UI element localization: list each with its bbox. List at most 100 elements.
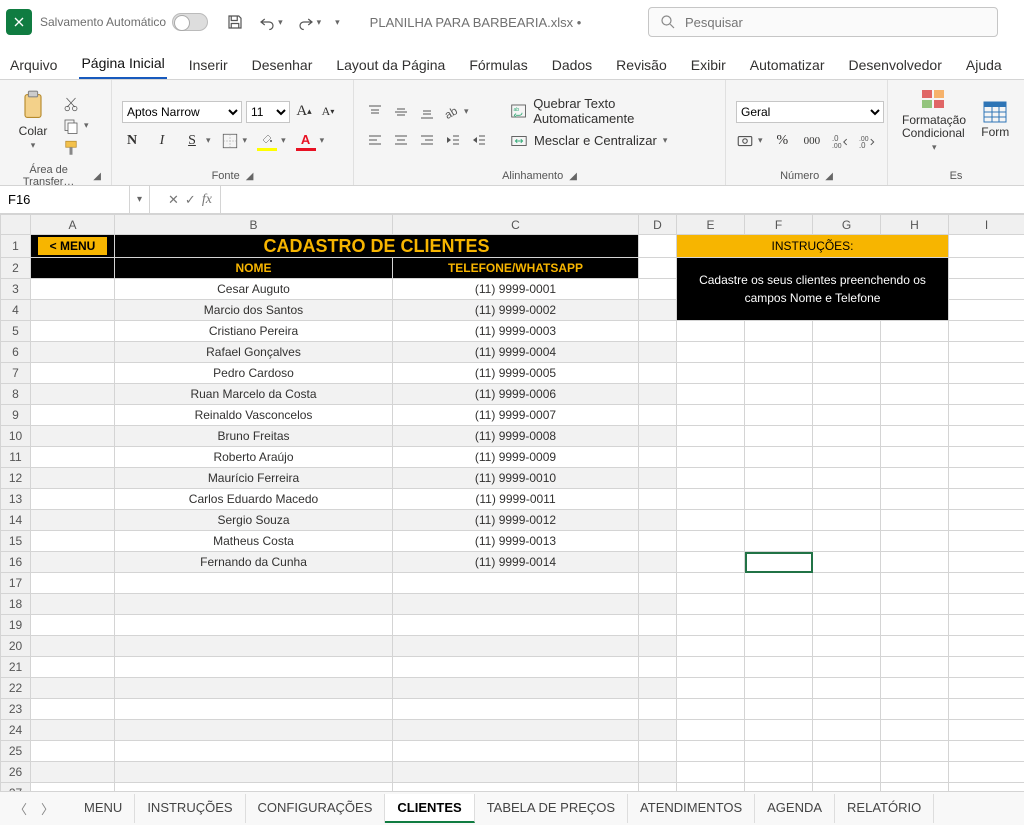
ribbon-tab-ajuda[interactable]: Ajuda <box>964 51 1004 79</box>
underline-button[interactable]: S <box>182 131 202 151</box>
tab-scroll-right-button[interactable]: 〉 <box>41 799 54 818</box>
increase-font-button[interactable]: A▴ <box>294 102 314 122</box>
cell[interactable] <box>31 531 115 552</box>
cell[interactable] <box>677 762 745 783</box>
cell[interactable] <box>949 426 1024 447</box>
row-header[interactable]: 19 <box>1 615 31 636</box>
align-top-button[interactable] <box>364 102 386 122</box>
row-header[interactable]: 23 <box>1 699 31 720</box>
cell[interactable] <box>813 594 881 615</box>
sheet-tab-instruções[interactable]: INSTRUÇÕES <box>135 794 245 823</box>
cell[interactable] <box>745 552 813 573</box>
search-box[interactable] <box>648 7 998 37</box>
cell[interactable] <box>881 405 949 426</box>
cell[interactable] <box>677 636 745 657</box>
cell[interactable] <box>813 531 881 552</box>
cell[interactable] <box>639 405 677 426</box>
sheet-tab-agenda[interactable]: AGENDA <box>755 794 835 823</box>
cell[interactable] <box>881 342 949 363</box>
cell[interactable] <box>813 762 881 783</box>
cell[interactable] <box>745 573 813 594</box>
cell[interactable] <box>677 405 745 426</box>
cell[interactable] <box>949 720 1024 741</box>
cell[interactable] <box>31 741 115 762</box>
cell[interactable] <box>745 741 813 762</box>
cell-nome[interactable]: Fernando da Cunha <box>115 552 393 573</box>
cell[interactable] <box>639 615 677 636</box>
cell[interactable] <box>639 235 677 258</box>
cell-nome[interactable] <box>115 657 393 678</box>
cell[interactable] <box>949 531 1024 552</box>
cell[interactable] <box>31 258 115 279</box>
sheet-tab-relatório[interactable]: RELATÓRIO <box>835 794 934 823</box>
cell[interactable] <box>813 447 881 468</box>
tab-scroll-left-button[interactable]: 〈 <box>14 799 27 818</box>
accounting-format-button[interactable]: ▾ <box>736 132 763 150</box>
insert-function-button[interactable]: fx <box>202 192 212 208</box>
cell[interactable] <box>745 678 813 699</box>
orientation-button[interactable]: ab▾ <box>442 103 469 121</box>
cell-telefone[interactable]: (11) 9999-0013 <box>393 531 639 552</box>
percent-button[interactable]: % <box>773 131 793 151</box>
cell[interactable] <box>745 468 813 489</box>
cell[interactable] <box>677 552 745 573</box>
cell[interactable] <box>31 447 115 468</box>
cell[interactable] <box>745 531 813 552</box>
cell[interactable] <box>31 300 115 321</box>
cell[interactable] <box>949 363 1024 384</box>
column-header-E[interactable]: E <box>677 215 745 235</box>
spreadsheet-grid[interactable]: ABCDEFGHI1< MENUCADASTRO DE CLIENTESINST… <box>0 214 1024 791</box>
paste-button[interactable]: Colar ▾ <box>10 84 56 156</box>
row-header[interactable]: 27 <box>1 783 31 792</box>
cell-telefone[interactable] <box>393 573 639 594</box>
cell[interactable] <box>881 741 949 762</box>
cell[interactable] <box>31 720 115 741</box>
cell-reference-input[interactable] <box>0 186 130 213</box>
cell[interactable] <box>949 615 1024 636</box>
formula-input[interactable] <box>221 186 1024 213</box>
cell-nome[interactable] <box>115 678 393 699</box>
name-box-dropdown-icon[interactable]: ▾ <box>130 186 150 213</box>
cell[interactable] <box>639 384 677 405</box>
format-as-table-button[interactable]: Form <box>977 84 1014 156</box>
align-middle-button[interactable] <box>390 102 412 122</box>
number-format-select[interactable]: Geral <box>736 101 884 123</box>
cell[interactable] <box>949 342 1024 363</box>
cell[interactable] <box>745 363 813 384</box>
save-button[interactable] <box>226 13 244 31</box>
cell[interactable] <box>813 678 881 699</box>
cell-nome[interactable]: Ruan Marcelo da Costa <box>115 384 393 405</box>
cell[interactable] <box>677 321 745 342</box>
cell[interactable] <box>813 720 881 741</box>
cell[interactable] <box>31 279 115 300</box>
cell[interactable] <box>881 426 949 447</box>
cell[interactable] <box>813 573 881 594</box>
cell[interactable] <box>949 699 1024 720</box>
cell[interactable] <box>31 699 115 720</box>
decrease-font-button[interactable]: A▾ <box>318 102 338 122</box>
row-header[interactable]: 5 <box>1 321 31 342</box>
ribbon-tab-exibir[interactable]: Exibir <box>689 51 728 79</box>
decrease-indent-button[interactable] <box>442 130 464 150</box>
cell[interactable] <box>813 384 881 405</box>
cell[interactable] <box>881 531 949 552</box>
cell-telefone[interactable]: (11) 9999-0001 <box>393 279 639 300</box>
cell[interactable] <box>677 510 745 531</box>
cell[interactable] <box>677 615 745 636</box>
cell[interactable] <box>639 426 677 447</box>
cell-telefone[interactable]: (11) 9999-0012 <box>393 510 639 531</box>
cell[interactable] <box>31 594 115 615</box>
column-header-G[interactable]: G <box>813 215 881 235</box>
cell[interactable] <box>881 510 949 531</box>
row-header[interactable]: 13 <box>1 489 31 510</box>
cell[interactable] <box>745 720 813 741</box>
redo-button[interactable]: ▾ <box>297 13 322 31</box>
cell[interactable] <box>677 699 745 720</box>
cell[interactable] <box>813 510 881 531</box>
cell[interactable] <box>31 489 115 510</box>
row-header[interactable]: 14 <box>1 510 31 531</box>
ribbon-tab-layout-da-página[interactable]: Layout da Página <box>334 51 447 79</box>
cell-nome[interactable] <box>115 699 393 720</box>
cell[interactable] <box>31 573 115 594</box>
cell-nome[interactable] <box>115 741 393 762</box>
